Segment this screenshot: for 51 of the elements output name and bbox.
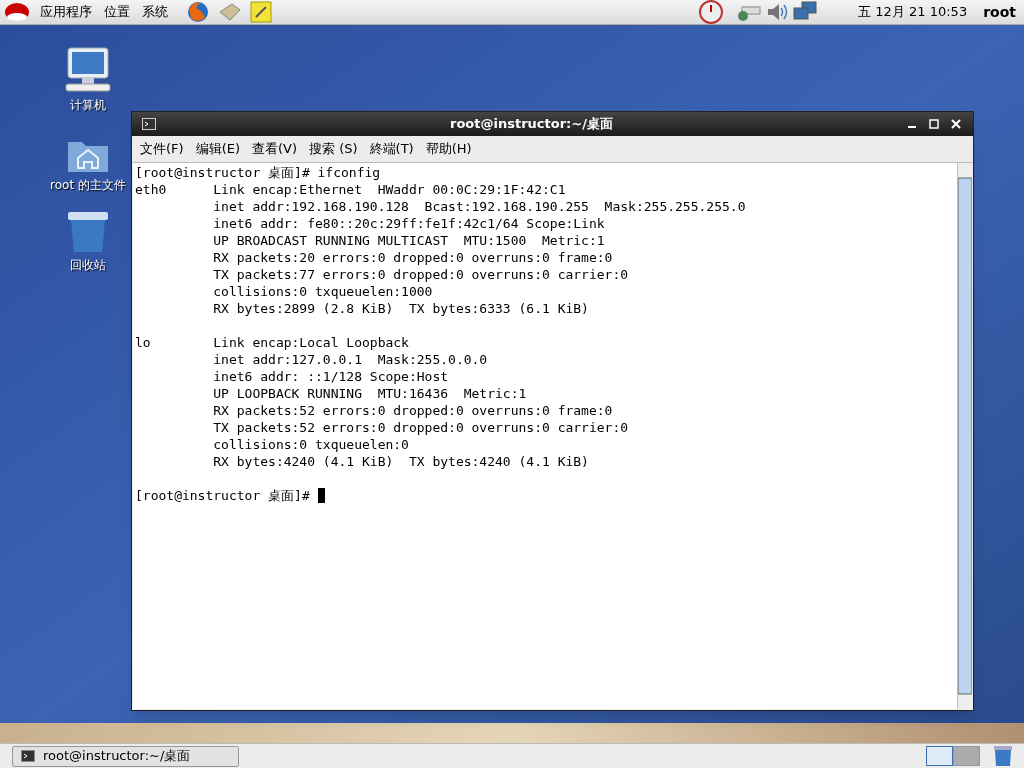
terminal-line: lo Link encap:Local Loopback bbox=[135, 334, 410, 351]
menu-item[interactable]: 编辑(E) bbox=[189, 139, 246, 159]
terminal-line: RX packets:20 errors:0 dropped:0 overruns:0 frame:0 bbox=[212, 249, 613, 266]
window-title: root@instructor:~/桌面 bbox=[449, 115, 614, 134]
terminal-line: RX bytes:4240 (4.1 KiB) TX bytes:4240 (4.1 KiB) bbox=[212, 453, 589, 470]
notepad-icon[interactable] bbox=[250, 1, 272, 23]
close-icon[interactable] bbox=[951, 119, 961, 129]
panel-menu[interactable]: 应用程序 bbox=[34, 2, 98, 22]
panel-menu[interactable]: 系统 bbox=[136, 2, 174, 22]
globe-browser-icon[interactable] bbox=[186, 1, 210, 23]
scrollbar[interactable] bbox=[957, 163, 972, 709]
terminal-line: collisions:0 txqueuelen:1000 bbox=[212, 283, 434, 300]
workspace-switcher[interactable] bbox=[953, 746, 980, 766]
terminal-line: RX packets:52 errors:0 dropped:0 overruns:0 frame:0 bbox=[212, 402, 613, 419]
text-cursor bbox=[317, 488, 325, 503]
terminal-line: inet6 addr: fe80::20c:29ff:fe1f:42c1/64 Scope:Link bbox=[212, 215, 605, 232]
monitor-network-icon[interactable] bbox=[792, 1, 819, 23]
desktop-icon-label[interactable]: 计算机 bbox=[70, 96, 106, 114]
gauge-icon[interactable] bbox=[698, 0, 725, 24]
terminal-line: collisions:0 txqueuelen:0 bbox=[212, 436, 410, 453]
terminal-line: TX packets:52 errors:0 dropped:0 overruns:0 carrier:0 bbox=[212, 419, 629, 436]
workspace-switcher[interactable] bbox=[926, 746, 953, 766]
maximize-icon[interactable] bbox=[929, 119, 939, 129]
computer-icon bbox=[64, 46, 112, 94]
terminal-line: inet addr:192.168.190.128 Bcast:192.168.190.255 Mask:255.255.255.0 bbox=[212, 198, 746, 215]
trash-icon[interactable] bbox=[994, 746, 1012, 766]
terminal-line: TX packets:77 errors:0 dropped:0 overruns:0 carrier:0 bbox=[212, 266, 629, 283]
terminal-line: eth0 Link encap:Ethernet HWaddr 00:0C:29:1F:42:C1 bbox=[135, 181, 567, 198]
panel-clock[interactable]: 五 12月 21 10:53 bbox=[858, 2, 968, 22]
terminal-line: UP LOOPBACK RUNNING MTU:16436 Metric:1 bbox=[212, 385, 527, 402]
terminal-line: inet6 addr: ::1/128 Scope:Host bbox=[212, 368, 449, 385]
terminal-icon bbox=[21, 750, 35, 762]
terminal-line: UP BROADCAST RUNNING MULTICAST MTU:1500 Metric:1 bbox=[212, 232, 605, 249]
menu-item[interactable]: 文件(F) bbox=[134, 139, 190, 159]
panel-menu[interactable]: 位置 bbox=[98, 2, 136, 22]
terminal-line: inet addr:127.0.0.1 Mask:255.0.0.0 bbox=[212, 351, 488, 368]
desktop-icon-label[interactable]: root 的主文件 bbox=[50, 176, 126, 194]
terminal-line: RX bytes:2899 (2.8 KiB) TX bytes:6333 (6.1 KiB) bbox=[212, 300, 589, 317]
hat-logo-icon[interactable] bbox=[4, 2, 30, 22]
speaker-icon[interactable] bbox=[766, 1, 789, 23]
desktop-icon-label[interactable]: 回收站 bbox=[70, 256, 106, 274]
terminal-line: [root@instructor 桌面]# bbox=[135, 487, 311, 504]
menu-item[interactable]: 終端(T) bbox=[363, 139, 420, 159]
terminal-line: [root@instructor 桌面]# ifconfig bbox=[135, 164, 381, 181]
menu-item[interactable]: 搜索 (S) bbox=[303, 139, 364, 159]
menu-item[interactable]: 查看(V) bbox=[246, 139, 304, 159]
terminal-icon bbox=[142, 118, 156, 130]
panel-username[interactable]: root bbox=[983, 1, 1016, 23]
menu-item[interactable]: 帮助(H) bbox=[419, 139, 478, 159]
trash-icon bbox=[67, 210, 109, 254]
taskbar-button[interactable]: root@instructor:~/桌面 bbox=[12, 745, 240, 767]
